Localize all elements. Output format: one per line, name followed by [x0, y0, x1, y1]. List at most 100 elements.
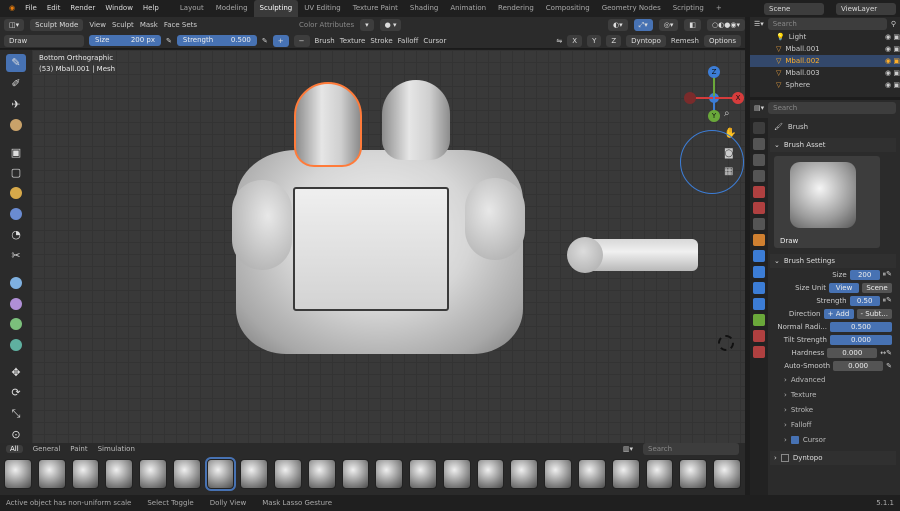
add-button[interactable]: + Add: [823, 308, 854, 319]
visibility-eye-icon[interactable]: ◉ ▣: [885, 81, 900, 89]
dyntopo-section[interactable]: › Dyntopo: [770, 451, 896, 465]
modifier-tab-icon[interactable]: [753, 250, 765, 262]
tab-compositing[interactable]: Compositing: [540, 0, 596, 17]
filter-icon[interactable]: ⚲: [891, 20, 896, 28]
line-project-icon[interactable]: ◔: [6, 226, 26, 244]
outliner-item-sphere[interactable]: ▽ Sphere ◉ ▣: [750, 79, 900, 91]
brush-settings-section[interactable]: ⌄ Brush Settings: [770, 254, 896, 268]
tab-texture-paint[interactable]: Texture Paint: [347, 0, 404, 17]
tab-sculpting[interactable]: Sculpting: [253, 0, 299, 17]
box-hide-icon[interactable]: ▢: [6, 164, 26, 182]
sculpt-mesh-flat-face[interactable]: [293, 187, 449, 311]
hardness-field[interactable]: 0.000: [827, 347, 878, 358]
draw-tool-icon[interactable]: ✎: [6, 54, 26, 72]
brush-thumbnail[interactable]: [341, 459, 370, 489]
tab-animation[interactable]: Animation: [444, 0, 492, 17]
outliner-item-light[interactable]: 💡 Light ◉ ▣: [750, 31, 900, 43]
menu-help[interactable]: Help: [138, 0, 164, 17]
tab-scripting[interactable]: Scripting: [667, 0, 710, 17]
properties-editor-icon[interactable]: ▤▾: [754, 104, 764, 112]
shelf-tab-all[interactable]: All: [6, 445, 23, 453]
brush-thumbnail[interactable]: [71, 459, 100, 489]
add-direction-button[interactable]: +: [272, 34, 289, 47]
blender-logo-icon[interactable]: ◉: [4, 0, 20, 17]
brush-thumbnail[interactable]: [4, 459, 32, 489]
menu-face-sets[interactable]: Face Sets: [164, 21, 197, 29]
mode-selector[interactable]: Sculpt Mode: [30, 19, 84, 31]
edit-face-set-icon[interactable]: [6, 315, 26, 333]
normal-radius-field[interactable]: 0.500: [830, 321, 892, 332]
color-filter-icon[interactable]: [6, 295, 26, 313]
visibility-eye-icon[interactable]: ◉ ▣: [885, 57, 900, 65]
visibility-icon[interactable]: ◐▾: [608, 19, 628, 31]
brush-thumbnail[interactable]: [240, 459, 269, 489]
scene-tab-icon[interactable]: [753, 186, 765, 198]
scene-button[interactable]: Scene: [862, 282, 892, 293]
strength-pressure-icon[interactable]: ✎: [262, 37, 268, 45]
gizmo-x-axis[interactable]: X: [732, 92, 744, 104]
brush-thumbnail[interactable]: [274, 459, 302, 489]
outliner-editor-icon[interactable]: ☰▾: [754, 20, 764, 28]
zoom-icon[interactable]: ⌕: [724, 108, 738, 122]
draw-sharp-icon[interactable]: ✐: [6, 75, 26, 93]
visibility-eye-icon[interactable]: ◉ ▣: [885, 45, 900, 53]
brush-thumbnail[interactable]: [375, 459, 404, 489]
brush-thumbnail[interactable]: [510, 459, 539, 489]
tab-layout[interactable]: Layout: [174, 0, 210, 17]
view-layer-selector[interactable]: ViewLayer: [836, 2, 896, 15]
3d-viewport[interactable]: Bottom Orthographic (53) Mball.001 | Mes…: [32, 50, 745, 443]
mesh-filter-icon[interactable]: ✂: [6, 247, 26, 265]
output-tab-icon[interactable]: [753, 154, 765, 166]
box-face-set-icon[interactable]: [6, 185, 26, 203]
pen-pressure-icon[interactable]: ✎: [166, 37, 172, 45]
pressure-icon[interactable]: ⏸✎: [883, 296, 892, 305]
view-layer-tab-icon[interactable]: [753, 170, 765, 182]
menu-edit[interactable]: Edit: [42, 0, 66, 17]
cursor-subpanel[interactable]: › Cursor: [770, 432, 896, 447]
menu-view[interactable]: View: [89, 21, 106, 29]
cursor-checkbox[interactable]: [790, 435, 799, 444]
brush-thumbnail[interactable]: [442, 459, 471, 489]
menu-sculpt[interactable]: Sculpt: [112, 21, 134, 29]
shelf-tab-simulation[interactable]: Simulation: [98, 445, 135, 453]
falloff-dropdown[interactable]: Falloff: [398, 37, 419, 45]
gizmo-z-axis[interactable]: Z: [708, 66, 720, 78]
brush-dropdown[interactable]: Brush: [315, 37, 335, 45]
visibility-eye-icon[interactable]: ◉ ▣: [885, 33, 900, 41]
physics-tab-icon[interactable]: [753, 282, 765, 294]
cloth-filter-icon[interactable]: [6, 274, 26, 292]
remesh-dropdown[interactable]: Remesh: [671, 37, 699, 45]
brush-selector[interactable]: Draw: [4, 34, 84, 47]
menu-window[interactable]: Window: [100, 0, 138, 17]
overlays-icon[interactable]: ◎▾: [658, 19, 679, 31]
gizmo-neg-x-axis[interactable]: [684, 92, 696, 104]
strength-value-field[interactable]: 0.50: [849, 295, 880, 306]
material-tab-icon[interactable]: [753, 330, 765, 342]
texture-dropdown[interactable]: Texture: [340, 37, 366, 45]
sphere-end-object[interactable]: [567, 237, 603, 273]
shelf-tab-paint[interactable]: Paint: [70, 445, 87, 453]
scene-selector[interactable]: Scene: [764, 2, 824, 15]
particles-tab-icon[interactable]: [753, 266, 765, 278]
clay-strips-icon[interactable]: [6, 116, 26, 134]
brush-thumbnail[interactable]: [679, 459, 708, 489]
dyntopo-button[interactable]: Dyntopo: [626, 34, 666, 47]
mirror-x-button[interactable]: X: [567, 34, 583, 47]
data-tab-icon[interactable]: [753, 314, 765, 326]
brush-thumbnail[interactable]: [37, 459, 66, 489]
gizmo-toggle-icon[interactable]: ⤢▾: [633, 19, 653, 31]
brush-thumbnail[interactable]: [544, 459, 573, 489]
texture-tab-icon[interactable]: [753, 346, 765, 358]
add-workspace-button[interactable]: +: [710, 0, 728, 17]
brush-thumbnail[interactable]: [611, 459, 640, 489]
texture-subpanel[interactable]: › Texture: [770, 387, 896, 402]
outliner-item-mball002[interactable]: ▽ Mball.002 ◉ ▣: [750, 55, 900, 67]
outliner-item-mball003[interactable]: ▽ Mball.003 ◉ ▣: [750, 67, 900, 79]
scale-tool-icon[interactable]: ⤡: [6, 405, 26, 423]
dot-dropdown[interactable]: ● ▾: [379, 19, 402, 31]
tab-modeling[interactable]: Modeling: [210, 0, 254, 17]
box-trim-icon[interactable]: [6, 205, 26, 223]
world-tab-icon[interactable]: [753, 202, 765, 214]
brush-thumbnail[interactable]: [645, 459, 674, 489]
properties-search-input[interactable]: Search: [768, 102, 896, 114]
